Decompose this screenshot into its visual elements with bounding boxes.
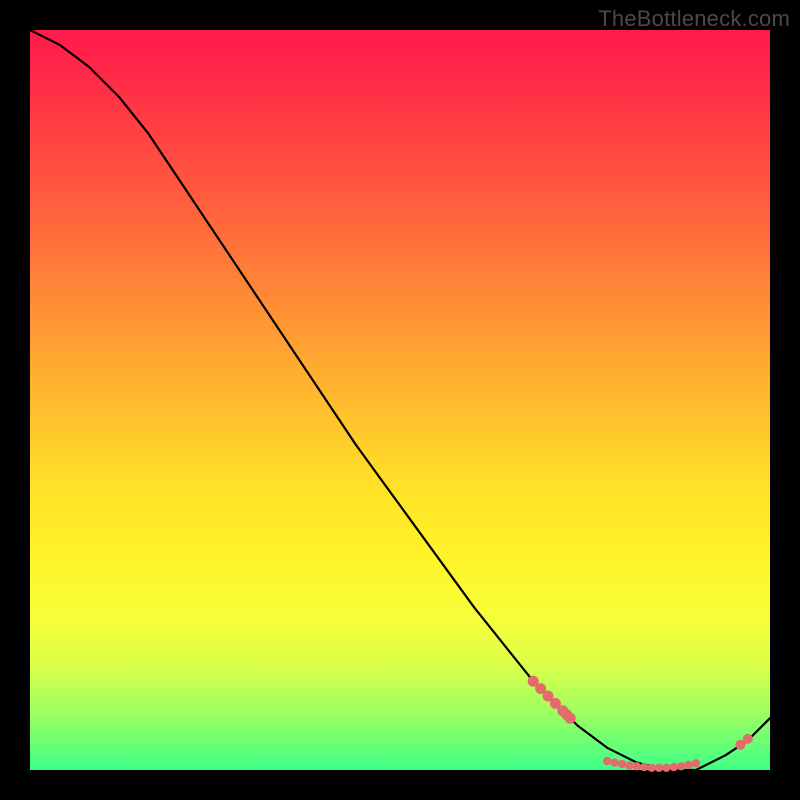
- data-marker: [640, 763, 648, 771]
- plot-area: [30, 30, 770, 770]
- data-marker: [684, 761, 692, 769]
- data-marker: [692, 759, 700, 767]
- data-marker: [610, 758, 618, 766]
- data-marker: [647, 764, 655, 772]
- data-marker: [743, 734, 753, 744]
- watermark-text: TheBottleneck.com: [598, 6, 790, 32]
- data-marker: [662, 764, 670, 772]
- data-marker: [618, 760, 626, 768]
- data-marker: [670, 763, 678, 771]
- data-marker: [655, 764, 663, 772]
- curve-line: [30, 30, 770, 770]
- data-marker: [625, 761, 633, 769]
- data-marker: [633, 762, 641, 770]
- data-marker: [677, 762, 685, 770]
- data-marker: [603, 757, 611, 765]
- data-marker: [565, 713, 576, 724]
- chart-frame: TheBottleneck.com: [0, 0, 800, 800]
- chart-svg: [30, 30, 770, 770]
